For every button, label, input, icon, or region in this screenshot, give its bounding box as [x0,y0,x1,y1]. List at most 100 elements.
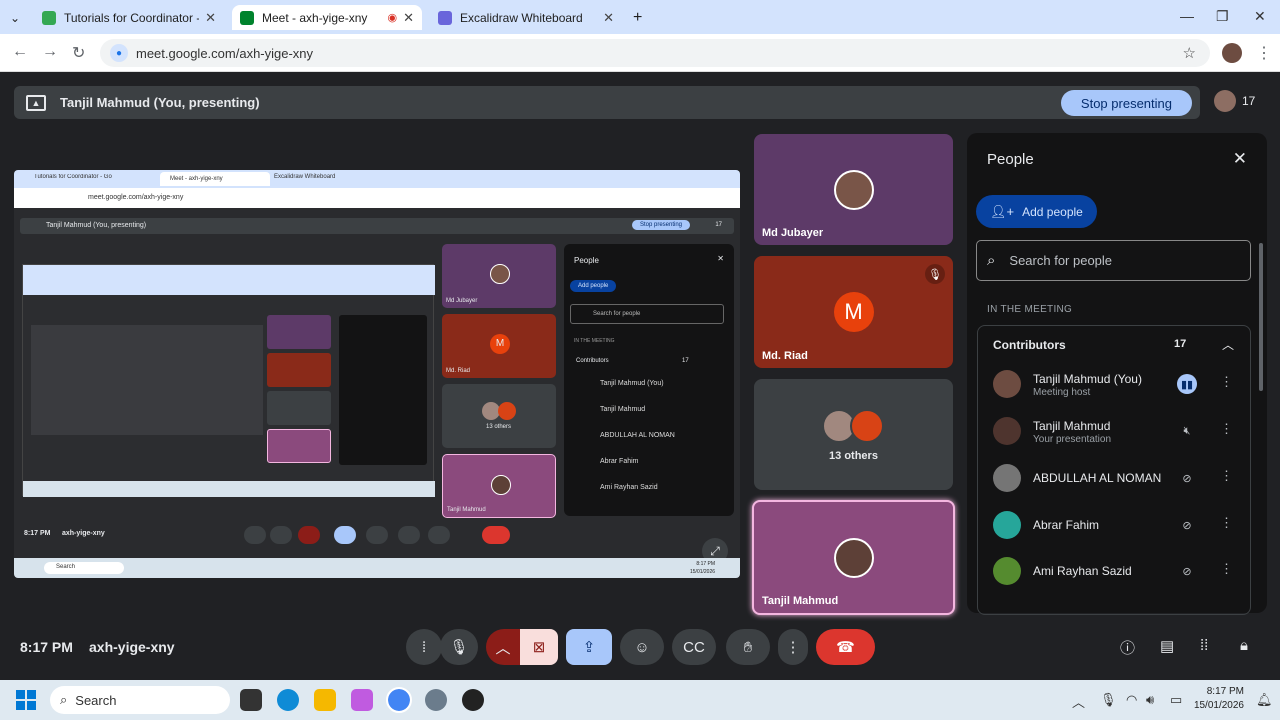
stop-presenting-button[interactable]: Stop presenting [1060,90,1192,116]
avatar [498,402,516,420]
back-icon[interactable]: ← [12,43,28,61]
volume-off-icon: 🔇︎ [1183,424,1191,437]
more-options-icon[interactable]: ⋮ [1220,515,1233,531]
raise-hand-button[interactable]: ✋︎ [726,629,770,665]
shared-control [334,526,356,544]
present-screen-icon: ▲ [26,94,46,111]
activities-icon[interactable]: ⁞⁞ [1200,637,1208,654]
search-icon: ⌕ [60,692,68,707]
add-people-button[interactable]: 👤︎+ Add people [976,195,1097,228]
scrollbar[interactable] [1259,243,1263,391]
shared-tile-tanjil: Tanjil Mahmud [442,454,556,518]
shared-control [298,526,320,544]
browser-menu-icon[interactable]: ⋮ [1256,43,1272,63]
nested-panel [339,315,427,465]
tab-meet[interactable]: Meet - axh-yige-xny ◉ ✕ [232,5,422,30]
host-controls-icon[interactable]: 🔒︎ [1240,637,1248,654]
participants-button[interactable]: 17 [1214,90,1255,112]
more-options-icon[interactable]: ⋮ [1220,421,1233,437]
mic-icon: ● [110,44,128,62]
mic-off-icon: ⊘ [1182,565,1192,578]
search-people-input[interactable]: ⌕ Search for people [976,240,1251,281]
taskbar-search[interactable]: ⌕ Search [50,686,230,714]
mic-button[interactable]: 🎙︎ [440,629,478,665]
close-icon[interactable]: ✕ [205,10,216,26]
more-options-icon[interactable]: ⋮ [1220,468,1233,484]
group-label[interactable]: Contributors [993,338,1066,352]
emoji-reactions-button[interactable]: ☺ [620,629,664,665]
participant-tile-others[interactable]: 13 others [754,379,953,490]
wifi-icon[interactable]: ◠ [1126,692,1137,708]
nested-tile [267,353,331,387]
minimize-icon[interactable]: — [1180,8,1194,24]
present-screen-button[interactable]: ⇪ [566,629,612,665]
chevron-down-icon: ⌄ [10,10,21,25]
shared-control [482,526,510,544]
url-input[interactable]: ● meet.google.com/axh-yige-xny ☆ [100,39,1210,67]
file-explorer-icon[interactable] [314,689,336,711]
shared-control [428,526,450,544]
battery-icon[interactable]: ▭ [1170,692,1182,708]
nested-chrome [23,265,435,295]
copilot-icon[interactable] [351,689,373,711]
obs-icon[interactable] [462,689,484,711]
participant-tile-tanjil[interactable]: Tanjil Mahmud [752,500,955,615]
speaking-icon: ▮▮ [1177,374,1197,394]
chevron-up-icon[interactable]: ︿ [1222,336,1234,353]
profile-avatar[interactable] [1222,43,1242,63]
edge-icon[interactable] [277,689,299,711]
bookmark-star-icon[interactable]: ☆ [1183,44,1196,62]
more-options-icon[interactable]: ⋮ [1220,374,1233,390]
window-close-icon[interactable]: ✕ [1254,8,1266,25]
avatar [993,557,1021,585]
panel-title: People [987,151,1034,168]
chat-icon[interactable]: ▤ [1160,637,1174,655]
shared-control [244,526,266,544]
close-icon[interactable]: ✕ [403,10,414,26]
shared-control [270,526,292,544]
new-tab-button[interactable]: + [628,5,652,30]
tab-search-dropdown[interactable]: ⌄ [6,5,26,30]
windows-start-icon[interactable] [16,690,36,710]
group-count: 17 [1174,338,1187,350]
list-item[interactable]: Tanjil Mahmud Your presentation 🔇︎ ⋮ [978,408,1250,454]
leave-call-button[interactable]: ☎︎ [816,629,875,665]
notification-icon[interactable]: 🔔︎ [1256,692,1273,708]
tray-chevron-up-icon[interactable]: ︿ [1072,692,1085,711]
list-item[interactable]: Abrar Fahim ⊘ ⋮ [978,502,1250,548]
taskbar-clock[interactable]: 8:17 PM 15/01/2026 [1192,685,1244,713]
close-icon[interactable]: ✕ [1233,149,1247,169]
participant-tile-riad[interactable]: M 🎙︎ Md. Riad [754,256,953,368]
avatar [850,409,884,443]
more-options-icon[interactable]: ⋮ [778,629,808,665]
close-icon: ✕ [717,254,724,263]
task-view-icon[interactable] [240,689,262,711]
meeting-time: 8:17 PM [20,639,73,655]
shared-tile-jubayer: Md Jubayer [442,244,556,308]
list-item[interactable]: ABDULLAH AL NOMAN ⊘ ⋮ [978,455,1250,501]
avatar [993,417,1021,445]
nested-screen [22,264,435,497]
volume-icon[interactable]: 🔊︎ [1146,692,1154,708]
meeting-info-icon[interactable]: ⓘ [1120,637,1135,658]
tab-excalidraw[interactable]: Excalidraw Whiteboard ✕ [430,5,622,30]
audio-levels-icon[interactable]: ⦙ [406,629,442,665]
close-icon[interactable]: ✕ [603,10,614,26]
chrome-icon[interactable] [386,687,412,713]
avatar [993,464,1021,492]
settings-icon[interactable] [425,689,447,711]
captions-button[interactable]: CC [672,629,716,665]
participant-tile-jubayer[interactable]: Md Jubayer [754,134,953,245]
mic-tray-icon[interactable]: 🎙︎ [1100,692,1117,708]
forward-icon[interactable]: → [42,43,58,61]
list-item[interactable]: Tanjil Mahmud (You) Meeting host ▮▮ ⋮ [978,361,1250,407]
list-item[interactable]: Ami Rayhan Sazid ⊘ ⋮ [978,548,1250,594]
camera-off-button[interactable]: ⊠ [520,629,558,665]
drive-icon [42,10,56,25]
reload-icon[interactable]: ↻ [72,43,85,63]
more-options-icon[interactable]: ⋮ [1220,561,1233,577]
camera-options-chevron[interactable]: ︿ [486,629,520,665]
nested-tile [267,429,331,463]
maximize-icon[interactable]: ❐ [1216,8,1229,25]
tab-tutorials[interactable]: Tutorials for Coordinator - Goo ✕ [34,5,224,30]
